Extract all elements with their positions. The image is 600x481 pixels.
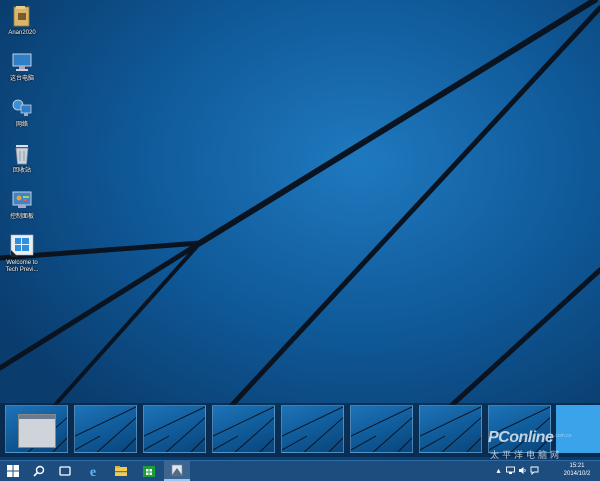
add-desktop-button[interactable] bbox=[556, 405, 600, 453]
desktop-icon-label: Welcome to Tech Previ... bbox=[5, 260, 39, 273]
desktop-icon-this-pc[interactable]: 这台电脑 bbox=[2, 50, 42, 83]
virtual-desktop-thumbnail[interactable] bbox=[419, 405, 482, 453]
desktop-icon-label: 控制面板 bbox=[9, 214, 34, 220]
taskbar-file-explorer[interactable] bbox=[108, 461, 134, 481]
desktop-icon-label: 这台电脑 bbox=[9, 76, 34, 82]
start-icon bbox=[7, 465, 19, 477]
network-tray-icon[interactable] bbox=[506, 466, 515, 475]
internet-explorer-icon: e bbox=[90, 465, 96, 478]
folder-icon bbox=[13, 6, 30, 27]
system-tray: ▴ 15:21 2014/10/2 bbox=[490, 461, 600, 481]
clock-date: 2014/10/2 bbox=[563, 471, 591, 477]
pinned-app-icon bbox=[171, 464, 183, 476]
thumbnail-wallpaper bbox=[75, 406, 136, 452]
thumbnail-wallpaper bbox=[213, 406, 274, 452]
desktop-icon-welcome[interactable]: Welcome to Tech Previ... bbox=[2, 234, 42, 274]
this-pc-icon bbox=[12, 53, 32, 71]
desktop-icon-label: 回收站 bbox=[12, 168, 31, 174]
task-view-button[interactable] bbox=[52, 461, 78, 481]
store-icon bbox=[143, 466, 155, 477]
svg-text:e: e bbox=[90, 465, 96, 478]
virtual-desktop-thumbnail[interactable] bbox=[143, 405, 206, 453]
virtual-desktop-thumbnail[interactable] bbox=[281, 405, 344, 453]
desktop-wallpaper bbox=[0, 0, 600, 460]
desktop-icon-label: 网络 bbox=[15, 122, 28, 128]
window-thumbnail bbox=[18, 414, 56, 448]
thumbnail-wallpaper bbox=[489, 406, 550, 452]
control-panel-icon bbox=[12, 191, 32, 208]
virtual-desktop-thumbnail[interactable] bbox=[488, 405, 551, 453]
desktop-icon-network[interactable]: 网络 bbox=[2, 96, 42, 129]
thumbnail-wallpaper bbox=[351, 406, 412, 452]
thumbnail-wallpaper bbox=[144, 406, 205, 452]
desktop-icon-recycle-bin[interactable]: 回收站 bbox=[2, 142, 42, 175]
virtual-desktop-thumbnail[interactable] bbox=[350, 405, 413, 453]
taskbar-internet-explorer[interactable]: e bbox=[80, 461, 106, 481]
action-center-icon[interactable] bbox=[530, 466, 539, 476]
virtual-desktop-thumbnail[interactable] bbox=[212, 405, 275, 453]
volume-icon[interactable] bbox=[518, 466, 527, 475]
taskbar-pinned-app[interactable] bbox=[164, 461, 190, 481]
recycle-bin-icon bbox=[15, 145, 29, 165]
virtual-desktop-thumbnail[interactable] bbox=[74, 405, 137, 453]
virtual-desktop-strip bbox=[0, 403, 600, 457]
thumbnail-wallpaper bbox=[420, 406, 481, 452]
search-icon bbox=[33, 465, 45, 477]
taskbar-store[interactable] bbox=[136, 461, 162, 481]
virtual-desktop-thumbnail[interactable] bbox=[5, 405, 68, 453]
welcome-icon bbox=[10, 234, 34, 257]
task-view-icon bbox=[59, 466, 71, 476]
taskbar-clock[interactable]: 15:21 2014/10/2 bbox=[558, 462, 596, 478]
clock-time: 15:21 bbox=[569, 463, 585, 469]
taskbar: e ▴ 15:21 2014/10/2 bbox=[0, 460, 600, 481]
file-explorer-icon bbox=[115, 466, 127, 476]
desktop-icon-folder[interactable]: Anan2020 bbox=[2, 4, 42, 37]
start-button[interactable] bbox=[0, 461, 26, 481]
network-icon bbox=[12, 99, 32, 116]
desktop-icon-control-panel[interactable]: 控制面板 bbox=[2, 188, 42, 221]
thumbnail-wallpaper bbox=[282, 406, 343, 452]
show-hidden-icons-icon[interactable]: ▴ bbox=[494, 466, 503, 475]
search-button[interactable] bbox=[26, 461, 52, 481]
desktop-icon-label: Anan2020 bbox=[8, 30, 36, 36]
